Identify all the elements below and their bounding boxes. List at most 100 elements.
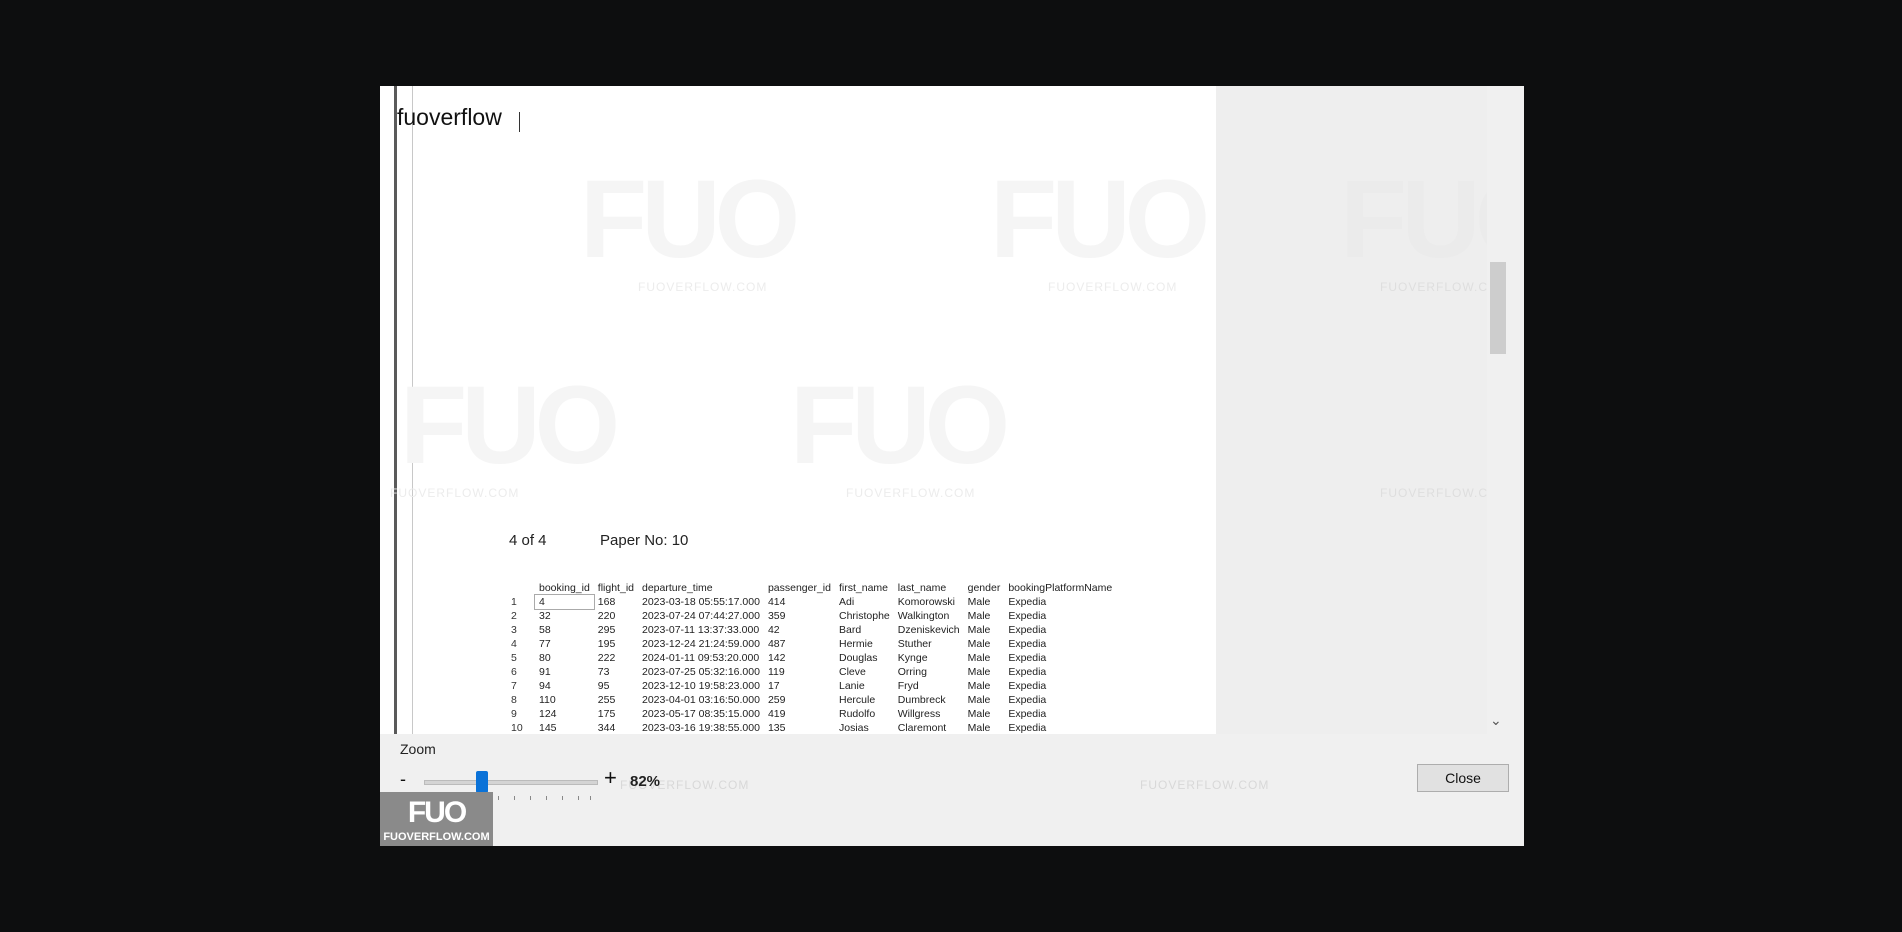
row-number: 6 [511, 666, 517, 678]
slider-tick [514, 796, 515, 800]
table-cell: 222 [597, 652, 616, 664]
table-cell: Male [967, 610, 991, 622]
table-cell: 487 [767, 638, 786, 650]
table-cell: 359 [767, 610, 786, 622]
table-cell: 110 [539, 694, 556, 706]
zoom-out-button[interactable]: - [400, 769, 406, 790]
table-header-cell [507, 581, 535, 595]
table-cell: 42 [767, 624, 780, 636]
table-cell: 2023-05-17 08:35:15.000 [642, 708, 760, 720]
row-number: 8 [511, 694, 517, 706]
table-cell: Hermie [838, 638, 873, 650]
table-cell: Stuther [897, 638, 932, 650]
row-number: 9 [511, 708, 517, 720]
table-cell: Male [967, 638, 991, 650]
results-table: booking_id flight_id departure_time passeng… [507, 581, 1116, 734]
scrollbar-thumb[interactable] [1490, 262, 1506, 354]
table-cell: Expedia [1008, 680, 1047, 692]
table-header-cell: bookingPlatformName [1008, 582, 1113, 594]
table-cell: Male [967, 708, 991, 720]
table-row: 3 58 295 2023-07-11 13:37:33.000 42 Bard Dzeni… [507, 623, 1116, 637]
row-number: 4 [511, 638, 517, 650]
table-cell: 17 [767, 680, 780, 692]
table-cell: Komorowski [897, 596, 955, 608]
table-cell: Male [967, 652, 991, 664]
zoom-value: 82% [630, 773, 661, 790]
table-cell: 91 [539, 666, 551, 678]
text-caret [519, 112, 520, 132]
document-heading: fuoverflow [397, 104, 502, 130]
table-cell: 2023-12-24 21:24:59.000 [642, 638, 760, 650]
preview-dialog: fuoverflow FUO FUOVERFLOW.COM FUO FUOVER… [380, 86, 1524, 846]
row-number: 2 [511, 610, 517, 622]
table-cell: 2023-03-18 05:55:17.000 [642, 596, 760, 608]
slider-tick [530, 796, 531, 800]
table-body: 1 4 168 2023-03-18 05:55:17.000 414 Adi Komoro… [507, 594, 1116, 734]
watermark-logo: FUO [400, 364, 620, 487]
table-cell: Willgress [897, 708, 941, 720]
table-cell: 4 [534, 594, 595, 610]
watermark-text: FUOVERFLOW.COM [1048, 280, 1178, 294]
table-cell: Expedia [1008, 666, 1047, 678]
row-number: 3 [511, 624, 517, 636]
table-header-cell: flight_id [597, 582, 634, 594]
table-cell: 195 [597, 638, 616, 650]
table-cell: 344 [597, 722, 616, 734]
table-cell: 2023-07-11 13:37:33.000 [642, 624, 760, 636]
table-cell: Bard [838, 624, 862, 636]
watermark-text: FUOVERFLOW.COM [846, 486, 976, 500]
table-row: 8 110 255 2023-04-01 03:16:50.000 259 Hercule… [507, 693, 1116, 707]
table-cell: Dzeniskevich [897, 624, 960, 636]
table-cell: Hercule [838, 694, 876, 706]
chevron-down-icon[interactable]: ⌄ [1490, 712, 1502, 729]
table-header-cell: passenger_id [767, 582, 831, 594]
slider-tick [590, 796, 591, 800]
table-cell: 2023-07-25 05:32:16.000 [642, 666, 760, 678]
table-cell: Male [967, 694, 991, 706]
table-cell: Douglas [838, 652, 878, 664]
zoom-slider-thumb[interactable] [476, 771, 488, 793]
table-cell: Expedia [1008, 624, 1047, 636]
watermark-text: FUOVERFLOW.COM [390, 486, 520, 500]
close-button[interactable]: Close [1417, 764, 1509, 792]
table-cell: 80 [539, 652, 551, 664]
table-cell: 77 [539, 638, 551, 650]
table-cell: Rudolfo [838, 708, 876, 720]
table-cell: 2023-04-01 03:16:50.000 [642, 694, 760, 706]
table-cell: Expedia [1008, 638, 1047, 650]
table-cell: 119 [767, 666, 785, 678]
slider-tick [578, 796, 579, 800]
table-cell: Fryd [897, 680, 919, 692]
zoom-slider-track[interactable] [424, 780, 598, 785]
row-number: 1 [511, 596, 517, 608]
table-cell: 2023-07-24 07:44:27.000 [642, 610, 760, 622]
watermark-logo: FUO [790, 364, 1010, 487]
zoom-in-button[interactable]: + [604, 765, 617, 791]
table-cell: 419 [767, 708, 786, 720]
site-logo: FUO FUOVERFLOW.COM [380, 792, 493, 846]
table-cell: Cleve [838, 666, 866, 678]
paper-number: Paper No: 10 [600, 532, 689, 549]
watermark-text: FUOVERFLOW.COM [638, 280, 768, 294]
table-cell: 414 [767, 596, 786, 608]
table-cell: 2023-12-10 19:58:23.000 [642, 680, 760, 692]
document-viewport[interactable]: fuoverflow FUO FUOVERFLOW.COM FUO FUOVER… [380, 86, 1507, 734]
logo-text: FUOVERFLOW.COM [383, 831, 490, 843]
table-cell: Kynge [897, 652, 928, 664]
row-number: 5 [511, 652, 517, 664]
watermark-logo: FUO [990, 158, 1210, 281]
table-cell: 175 [597, 708, 616, 720]
slider-tick [498, 796, 499, 800]
table-cell: 259 [767, 694, 786, 706]
table-cell: 58 [539, 624, 551, 636]
table-header-cell: gender [967, 582, 1001, 594]
table-row: 6 91 73 2023-07-25 05:32:16.000 119 Cleve Orri… [507, 665, 1116, 679]
table-cell: Expedia [1008, 722, 1047, 734]
table-row: 5 80 222 2024-01-11 09:53:20.000 142 Douglas K… [507, 651, 1116, 665]
table-cell: 124 [539, 708, 557, 720]
page-counter: 4 of 4 [509, 532, 547, 549]
table-row: 4 77 195 2023-12-24 21:24:59.000 487 Hermie St… [507, 637, 1116, 651]
table-cell: Expedia [1008, 652, 1047, 664]
vertical-scrollbar[interactable]: ⌄ [1487, 86, 1507, 734]
table-cell: Christophe [838, 610, 890, 622]
